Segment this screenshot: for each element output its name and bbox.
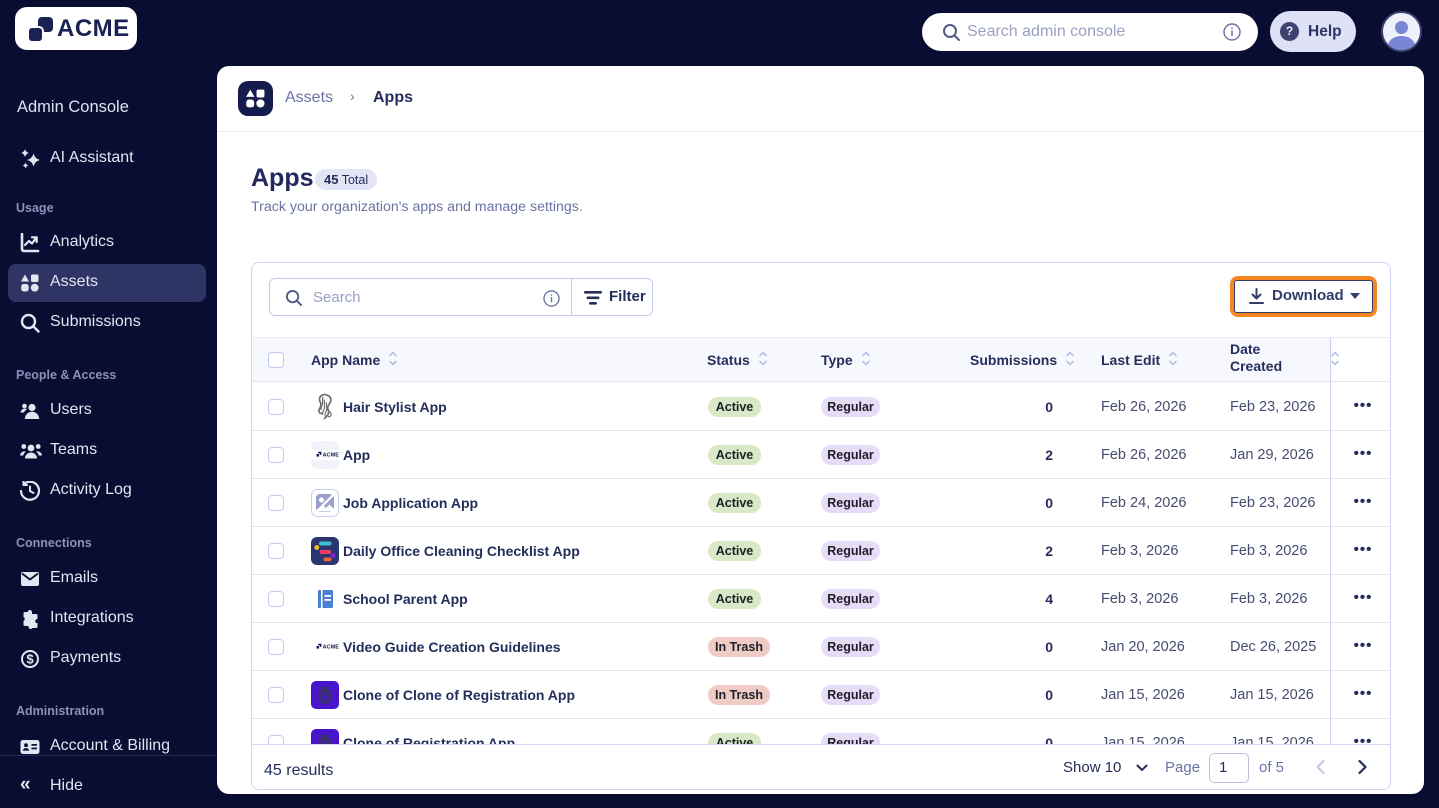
svg-text:$: $ [26, 652, 34, 667]
svg-text:ACME: ACME [323, 645, 340, 651]
svg-text:ACME: ACME [323, 453, 340, 459]
